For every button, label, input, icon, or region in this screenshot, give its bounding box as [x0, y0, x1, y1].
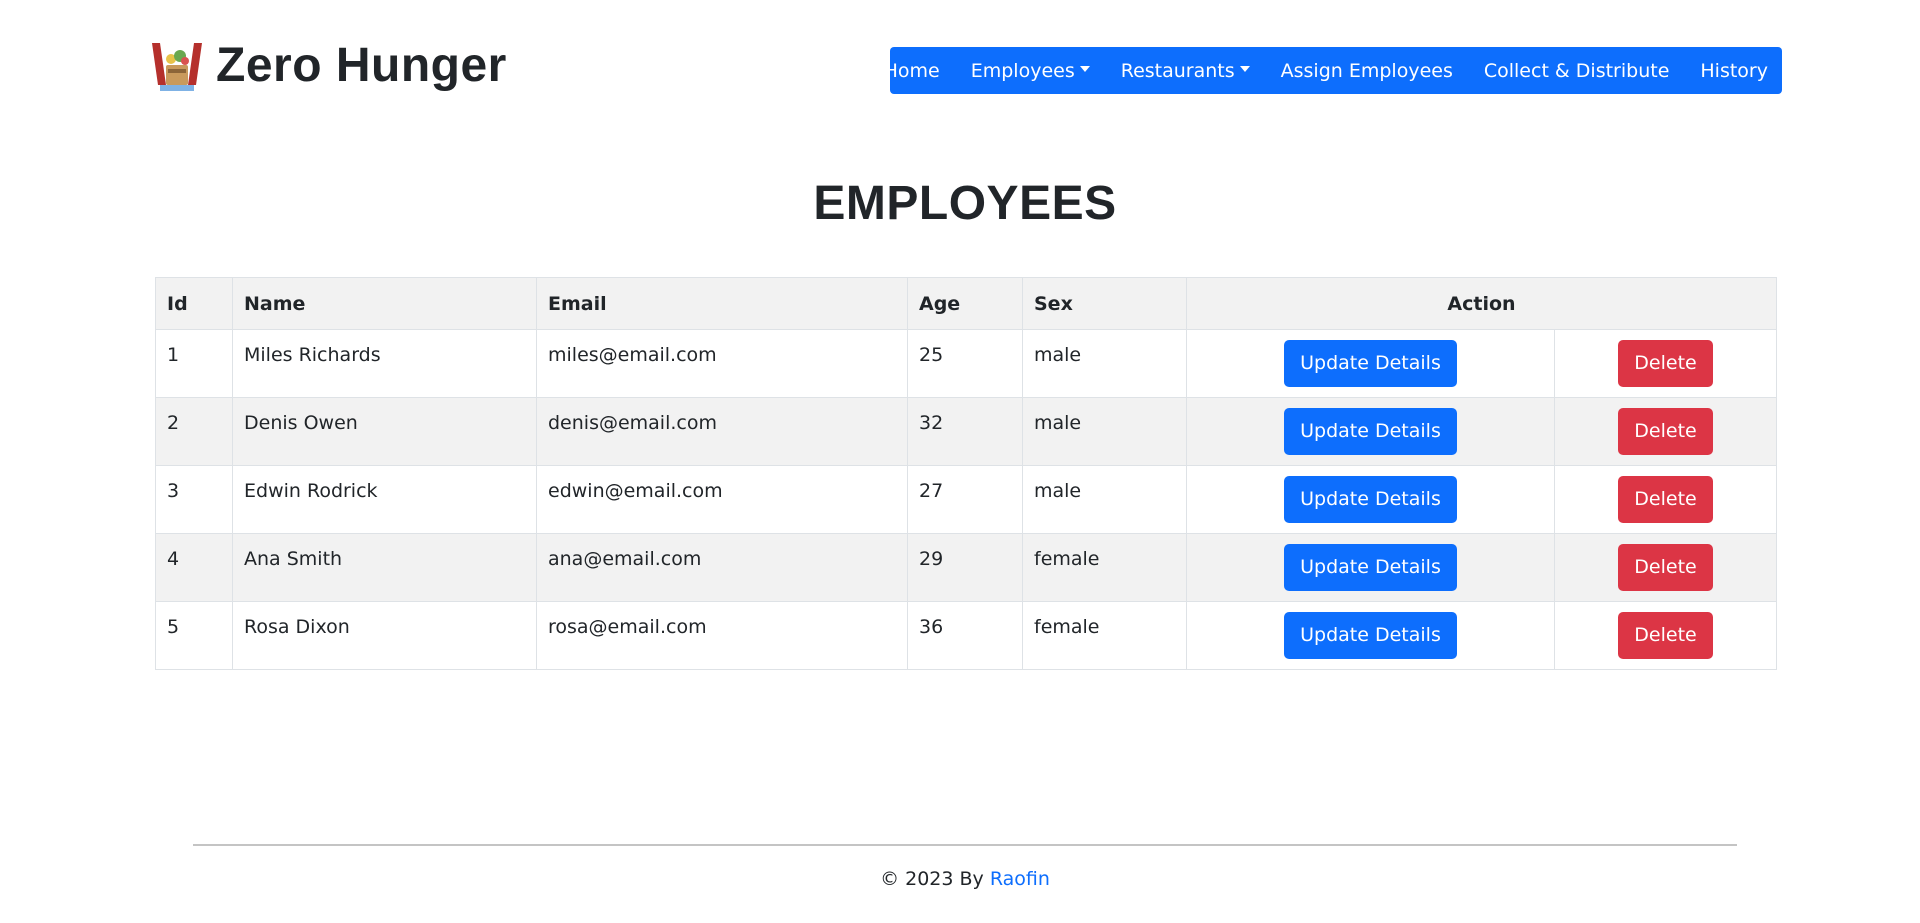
- cell-email: denis@email.com: [536, 397, 908, 466]
- nav-employees-label: Employees: [970, 59, 1075, 82]
- nav-restaurants-dropdown[interactable]: Restaurants: [1121, 60, 1250, 82]
- cell-id: 1: [155, 329, 233, 398]
- delete-cell: Delete: [1554, 465, 1777, 534]
- table-row: 4 Ana Smith ana@email.com 29 female Upda…: [155, 533, 1777, 602]
- delete-cell: Delete: [1554, 397, 1777, 466]
- cell-id: 4: [155, 533, 233, 602]
- nav-home[interactable]: Home: [884, 60, 940, 82]
- cell-name: Miles Richards: [232, 329, 537, 398]
- update-details-button[interactable]: Update Details: [1284, 612, 1457, 659]
- cell-age: 27: [907, 465, 1023, 534]
- header-sex: Sex: [1022, 277, 1187, 330]
- delete-button[interactable]: Delete: [1618, 612, 1713, 659]
- delete-button[interactable]: Delete: [1618, 476, 1713, 523]
- cell-sex: male: [1022, 397, 1187, 466]
- table-header-row: Id Name Email Age Sex Action: [155, 277, 1777, 330]
- update-details-button[interactable]: Update Details: [1284, 408, 1457, 455]
- cell-id: 3: [155, 465, 233, 534]
- update-details-button[interactable]: Update Details: [1284, 340, 1457, 387]
- page-title: EMPLOYEES: [813, 177, 1117, 230]
- update-cell: Update Details: [1186, 397, 1555, 466]
- table-row: 2 Denis Owen denis@email.com 32 male Upd…: [155, 397, 1777, 466]
- header-email: Email: [536, 277, 908, 330]
- navbar: Home Employees Restaurants Assign Employ…: [884, 47, 1782, 94]
- cell-age: 32: [907, 397, 1023, 466]
- nav-assign-employees[interactable]: Assign Employees: [1281, 60, 1453, 82]
- cell-name: Edwin Rodrick: [232, 465, 537, 534]
- update-cell: Update Details: [1186, 329, 1555, 398]
- cell-id: 5: [155, 601, 233, 670]
- delete-cell: Delete: [1554, 533, 1777, 602]
- table-row: 5 Rosa Dixon rosa@email.com 36 female Up…: [155, 601, 1777, 670]
- nav-collect-distribute[interactable]: Collect & Distribute: [1484, 60, 1670, 82]
- nav-collect-distribute-label: Collect & Distribute: [1483, 59, 1670, 82]
- header-action: Action: [1186, 277, 1777, 330]
- footer-author-link[interactable]: Raofin: [990, 868, 1050, 890]
- nav-employees-dropdown[interactable]: Employees: [971, 60, 1090, 82]
- cell-sex: male: [1022, 329, 1187, 398]
- cell-name: Denis Owen: [232, 397, 537, 466]
- header-id: Id: [155, 277, 233, 330]
- food-basket-icon: [152, 42, 202, 91]
- cell-name: Ana Smith: [232, 533, 537, 602]
- update-details-button[interactable]: Update Details: [1284, 544, 1457, 591]
- delete-cell: Delete: [1554, 601, 1777, 670]
- cell-sex: female: [1022, 601, 1187, 670]
- nav-assign-employees-label: Assign Employees: [1280, 59, 1453, 82]
- nav-history[interactable]: History: [1700, 60, 1768, 82]
- update-cell: Update Details: [1186, 533, 1555, 602]
- footer-copyright: © 2023 By: [880, 868, 984, 890]
- nav-home-label: Home: [883, 59, 940, 82]
- update-cell: Update Details: [1186, 465, 1555, 534]
- delete-button[interactable]: Delete: [1618, 408, 1713, 455]
- nav-history-label: History: [1700, 59, 1768, 82]
- update-details-button[interactable]: Update Details: [1284, 476, 1457, 523]
- delete-cell: Delete: [1554, 329, 1777, 398]
- header-age: Age: [907, 277, 1023, 330]
- cell-sex: female: [1022, 533, 1187, 602]
- cell-email: miles@email.com: [536, 329, 908, 398]
- delete-button[interactable]: Delete: [1618, 340, 1713, 387]
- cell-name: Rosa Dixon: [232, 601, 537, 670]
- update-cell: Update Details: [1186, 601, 1555, 670]
- brand-title: Zero Hunger: [216, 39, 507, 92]
- cell-email: ana@email.com: [536, 533, 908, 602]
- nav-restaurants-label: Restaurants: [1120, 59, 1235, 82]
- cell-email: edwin@email.com: [536, 465, 908, 534]
- footer-divider: [193, 844, 1737, 846]
- table-row: 3 Edwin Rodrick edwin@email.com 27 male …: [155, 465, 1777, 534]
- cell-age: 29: [907, 533, 1023, 602]
- footer: © 2023 By Raofin: [0, 868, 1920, 890]
- table-row: 1 Miles Richards miles@email.com 25 male…: [155, 329, 1777, 398]
- delete-button[interactable]: Delete: [1618, 544, 1713, 591]
- caret-down-icon: [1079, 65, 1090, 72]
- caret-down-icon: [1239, 65, 1250, 72]
- employees-table: Id Name Email Age Sex Action 1 Miles Ric…: [155, 277, 1777, 670]
- cell-email: rosa@email.com: [536, 601, 908, 670]
- cell-age: 25: [907, 329, 1023, 398]
- cell-age: 36: [907, 601, 1023, 670]
- brand[interactable]: Zero Hunger: [150, 38, 507, 93]
- header-name: Name: [232, 277, 537, 330]
- cell-sex: male: [1022, 465, 1187, 534]
- cell-id: 2: [155, 397, 233, 466]
